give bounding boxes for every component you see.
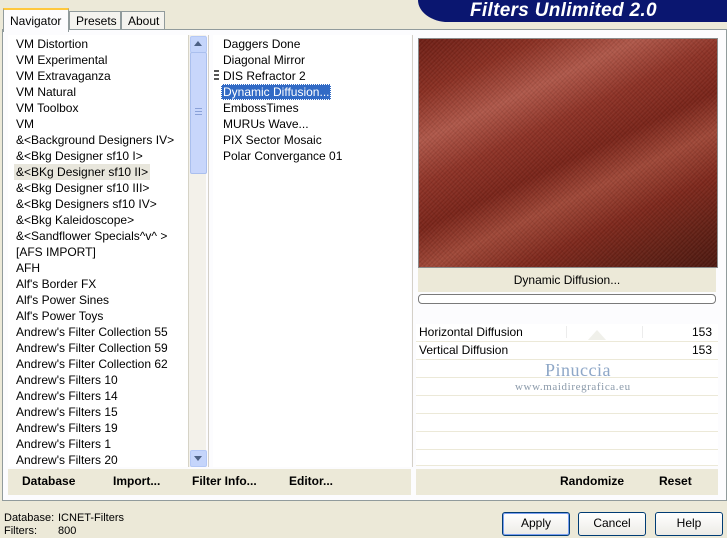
filter-item[interactable]: EmbossTimes: [221, 100, 301, 116]
status-area: Database: ICNET-Filters Filters: 800: [4, 512, 124, 538]
category-item[interactable]: &<BKg Designer sf10 II>: [14, 164, 151, 180]
slider-pointer[interactable]: [588, 330, 606, 340]
param-empty: [416, 396, 718, 414]
category-scrollbar[interactable]: [188, 35, 207, 467]
grip-line: [195, 114, 202, 115]
status-label: Filters:: [4, 525, 37, 537]
status-label: Database:: [4, 512, 55, 524]
filter-info-button[interactable]: Filter Info...: [192, 474, 257, 488]
scroll-down-button[interactable]: [190, 450, 207, 467]
filter-item[interactable]: Daggers Done: [221, 36, 302, 52]
category-list[interactable]: VM Distortion VM Experimental VM Extravaga…: [8, 35, 188, 467]
category-item[interactable]: Alf's Power Sines: [14, 292, 111, 308]
category-item[interactable]: AFH: [14, 260, 42, 276]
filter-item[interactable]: PIX Sector Mosaic: [221, 132, 324, 148]
slider-tick: [642, 326, 643, 338]
chevron-up-icon: [194, 41, 202, 46]
category-item[interactable]: Andrew's Filters 14: [14, 388, 120, 404]
category-item[interactable]: Alf's Border FX: [14, 276, 98, 292]
scroll-thumb[interactable]: [190, 52, 207, 174]
database-button[interactable]: Database: [22, 474, 75, 488]
import-button[interactable]: Import...: [113, 474, 160, 488]
category-item[interactable]: &<Bkg Designers sf10 IV>: [14, 196, 159, 212]
help-button[interactable]: Help: [655, 512, 723, 536]
filter-item[interactable]: MURUs Wave...: [221, 116, 311, 132]
list-divider: [412, 35, 413, 467]
category-item[interactable]: Andrew's Filters 20: [14, 452, 120, 467]
category-item[interactable]: &<Bkg Designer sf10 I>: [14, 148, 145, 164]
param-value: 153: [691, 325, 712, 339]
filter-item[interactable]: Dynamic Diffusion...: [221, 84, 332, 100]
category-item[interactable]: Andrew's Filters 19: [14, 420, 120, 436]
category-item[interactable]: VM Distortion: [14, 36, 90, 52]
filter-item[interactable]: Diagonal Mirror: [221, 52, 307, 68]
list-divider: [208, 35, 209, 467]
category-item[interactable]: VM: [14, 116, 36, 132]
status-value: 800: [58, 525, 77, 537]
category-item[interactable]: [AFS IMPORT]: [14, 244, 98, 260]
param-empty: [416, 432, 718, 450]
scroll-up-button[interactable]: [190, 36, 207, 53]
category-item[interactable]: Andrew's Filters 15: [14, 404, 120, 420]
category-item[interactable]: &<Bkg Designer sf10 III>: [14, 180, 151, 196]
param-empty: [416, 450, 718, 466]
category-item[interactable]: VM Toolbox: [14, 100, 80, 116]
param-value: 153: [691, 343, 712, 357]
category-item[interactable]: &<Sandflower Specials^v^ >: [14, 228, 169, 244]
reset-button[interactable]: Reset: [659, 474, 692, 488]
category-item[interactable]: Andrew's Filter Collection 59: [14, 340, 170, 356]
drag-handle-icon: [214, 70, 219, 82]
category-item[interactable]: Andrew's Filters 10: [14, 372, 120, 388]
grip-line: [195, 108, 202, 109]
watermark-url: www.maidiregrafica.eu: [515, 381, 631, 393]
param-label: Horizontal Diffusion: [419, 325, 523, 339]
apply-button[interactable]: Apply: [502, 512, 570, 536]
filter-list[interactable]: Daggers Done Diagonal Mirror DIS Refractor…: [213, 35, 411, 467]
category-item[interactable]: Andrew's Filters 1: [14, 436, 113, 452]
param-label: Vertical Diffusion: [419, 343, 509, 357]
filter-item[interactable]: DIS Refractor 2: [221, 68, 308, 84]
category-item[interactable]: Andrew's Filter Collection 55: [14, 324, 170, 340]
param-horizontal-diffusion[interactable]: Horizontal Diffusion 153: [416, 324, 718, 342]
category-item[interactable]: Andrew's Filter Collection 62: [14, 356, 170, 372]
tab-navigator[interactable]: Navigator: [3, 8, 69, 32]
parameter-list: Horizontal Diffusion 153 Vertical Diffus…: [416, 324, 718, 466]
category-item[interactable]: VM Natural: [14, 84, 78, 100]
slider-tick: [566, 326, 567, 338]
param-vertical-diffusion[interactable]: Vertical Diffusion 153: [416, 342, 718, 360]
grip-line: [195, 111, 202, 112]
effect-name: Dynamic Diffusion...: [418, 268, 716, 292]
chevron-down-icon: [194, 456, 202, 461]
watermark-name: Pinuccia: [545, 360, 611, 380]
tab-presets[interactable]: Presets: [69, 11, 121, 30]
editor-button[interactable]: Editor...: [289, 474, 333, 488]
app-title: Filters Unlimited 2.0: [470, 0, 657, 21]
preview-image: [418, 38, 718, 268]
randomize-button[interactable]: Randomize: [560, 474, 624, 488]
category-item[interactable]: &<Background Designers IV>: [14, 132, 176, 148]
param-empty: [416, 414, 718, 432]
progress-bar: [418, 294, 716, 304]
category-item[interactable]: VM Experimental: [14, 52, 109, 68]
list-toolbar: Database Import... Filter Info... Editor…: [8, 469, 411, 495]
param-toolbar: Randomize Reset: [416, 469, 718, 495]
tab-about[interactable]: About: [121, 11, 165, 30]
tab-bar: Navigator Presets About: [0, 0, 420, 32]
status-value: ICNET-Filters: [58, 512, 124, 524]
cancel-button[interactable]: Cancel: [578, 512, 646, 536]
category-item[interactable]: VM Extravaganza: [14, 68, 113, 84]
category-item[interactable]: &<Bkg Kaleidoscope>: [14, 212, 136, 228]
filter-item[interactable]: Polar Convergance 01: [221, 148, 344, 164]
category-item[interactable]: Alf's Power Toys: [14, 308, 105, 324]
